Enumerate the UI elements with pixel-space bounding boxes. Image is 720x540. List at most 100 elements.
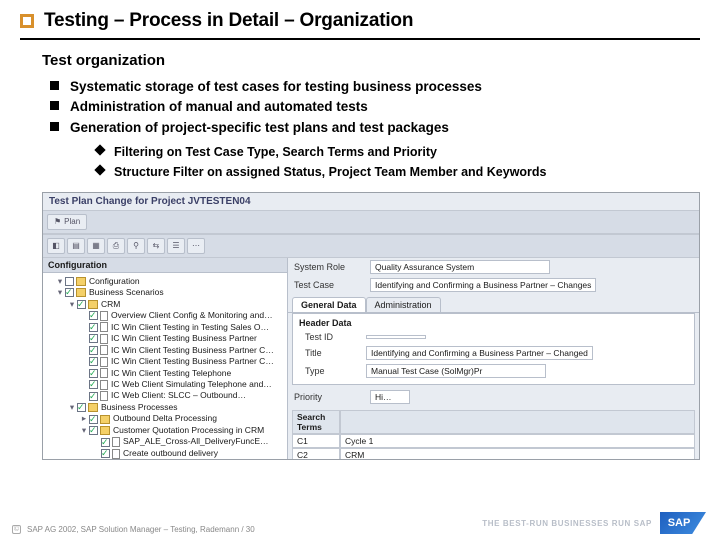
search-key-cell: C1 — [292, 434, 340, 448]
toolbar-icon[interactable]: ⎙ — [107, 238, 125, 254]
tree-checkbox[interactable] — [89, 380, 98, 389]
tree-row[interactable]: ▾Configuration — [45, 276, 285, 287]
app-toolbar-2: ◧ ▤ ▦ ⎙ ⚲ ⇆ ☰ ⋯ — [43, 234, 699, 258]
copyright-text: SAP AG 2002, SAP Solution Manager – Test… — [27, 525, 255, 534]
bullet-list: Systematic storage of test cases for tes… — [50, 77, 678, 182]
type-input[interactable]: Manual Test Case (SolMgr)Pr — [366, 364, 546, 378]
tree-row[interactable]: IC Web Client: SLCC – Outbound… — [45, 390, 285, 401]
tree-row[interactable]: Identifying and Confirming a B… — [45, 459, 285, 460]
tree-row[interactable]: ▾ Business Processes — [45, 402, 285, 413]
title-input[interactable]: Identifying and Confirming a Business Pa… — [366, 346, 593, 360]
tree-label: IC Web Client Simulating Telephone and… — [111, 379, 272, 389]
tree-panel: Configuration ▾Configuration▾Business Sc… — [43, 258, 288, 460]
test-case-row: Test Case Identifying and Confirming a B… — [288, 276, 699, 294]
search-value-cell[interactable]: CRM — [340, 448, 695, 460]
document-icon — [112, 449, 120, 459]
test-case-value[interactable]: Identifying and Confirming a Business Pa… — [370, 278, 596, 292]
tree-row[interactable]: IC Win Client Testing Business Partner C… — [45, 356, 285, 367]
bullet-text: Generation of project-specific test plan… — [70, 120, 449, 135]
system-role-value[interactable]: Quality Assurance System — [370, 260, 550, 274]
tree-row[interactable]: IC Win Client Testing Business Partner C… — [45, 345, 285, 356]
tree-checkbox[interactable] — [77, 300, 86, 309]
form-section-head: Header Data — [299, 318, 688, 328]
document-icon — [100, 334, 108, 344]
priority-row: Priority Hi… — [288, 388, 699, 406]
tree-row[interactable]: Overview Client Config & Monitoring and… — [45, 310, 285, 321]
tree-checkbox[interactable] — [89, 415, 98, 424]
folder-icon — [76, 277, 86, 286]
tree-row[interactable]: IC Win Client Testing Telephone — [45, 368, 285, 379]
tree-checkbox[interactable] — [89, 323, 98, 332]
tree-row[interactable]: Create outbound delivery — [45, 448, 285, 459]
tree-checkbox[interactable] — [89, 392, 98, 401]
priority-label: Priority — [294, 392, 364, 402]
subbullet-list: Filtering on Test Case Type, Search Term… — [96, 142, 678, 182]
tree-row[interactable]: ▾Business Scenarios — [45, 287, 285, 298]
tree-label: IC Win Client Testing Business Partner — [111, 333, 257, 343]
table-row: C1Cycle 1 — [292, 434, 695, 448]
tree-row[interactable]: ▾Customer Quotation Processing in CRM — [45, 425, 285, 436]
tree-label: IC Win Client Testing in Testing Sales O… — [111, 322, 269, 332]
toolbar-icon[interactable]: ⋯ — [187, 238, 205, 254]
tree-row[interactable]: IC Web Client Simulating Telephone and… — [45, 379, 285, 390]
search-key-cell: C2 — [292, 448, 340, 460]
toolbar-icon[interactable]: ▦ — [87, 238, 105, 254]
twisty-icon[interactable]: ▾ — [55, 287, 65, 298]
tree-checkbox[interactable] — [89, 334, 98, 343]
toolbar-icon[interactable]: ◧ — [47, 238, 65, 254]
toolbar-icon[interactable]: ⇆ — [147, 238, 165, 254]
tree-checkbox[interactable] — [89, 346, 98, 355]
tree-row[interactable]: IC Win Client Testing Business Partner — [45, 333, 285, 344]
document-icon — [100, 357, 108, 367]
tree-row[interactable]: ▾ CRM — [45, 299, 285, 310]
tree-checkbox[interactable] — [77, 403, 86, 412]
bullet-item: Systematic storage of test cases for tes… — [50, 77, 678, 97]
search-value-cell[interactable]: Cycle 1 — [340, 434, 695, 448]
tab-general-data[interactable]: General Data — [292, 297, 366, 312]
tree-label: CRM — [101, 299, 120, 309]
twisty-icon[interactable]: ▾ — [79, 425, 89, 436]
toolbar-icon[interactable]: ▤ — [67, 238, 85, 254]
tree-checkbox[interactable] — [89, 369, 98, 378]
document-icon — [100, 391, 108, 401]
tree-checkbox[interactable] — [101, 449, 110, 458]
tree-checkbox[interactable] — [65, 277, 74, 286]
folder-icon — [88, 300, 98, 309]
slide-footer: © SAP AG 2002, SAP Solution Manager – Te… — [12, 525, 255, 534]
toolbar-icon[interactable]: ☰ — [167, 238, 185, 254]
tree-label: IC Win Client Testing Telephone — [111, 368, 231, 378]
tree-label: Business Processes — [101, 402, 178, 412]
tree-checkbox[interactable] — [89, 426, 98, 435]
tree-label: SAP_ALE_Cross-All_DeliveryFuncE… — [123, 436, 269, 446]
twisty-icon[interactable]: ▾ — [67, 402, 77, 413]
plan-button[interactable]: ⚑Plan — [47, 214, 87, 230]
tree-checkbox[interactable] — [89, 357, 98, 366]
folder-icon — [76, 288, 86, 297]
twisty-icon[interactable]: ▾ — [67, 299, 77, 310]
tree-checkbox[interactable] — [65, 288, 74, 297]
type-label: Type — [305, 366, 360, 376]
slide-title-bar: Testing – Process in Detail – Organizati… — [0, 0, 720, 36]
sap-logo: SAP — [660, 512, 706, 534]
priority-input[interactable]: Hi… — [370, 390, 410, 404]
test-id-label: Test ID — [305, 332, 360, 342]
brand-block: THE BEST-RUN BUSINESSES RUN SAP SAP — [482, 512, 706, 534]
app-toolbar: ⚑Plan — [43, 210, 699, 234]
config-tree[interactable]: ▾Configuration▾Business Scenarios▾CRMOve… — [43, 273, 287, 460]
tree-row[interactable]: ▸ Outbound Delta Processing — [45, 413, 285, 424]
subbullet-item: Structure Filter on assigned Status, Pro… — [96, 162, 678, 182]
tree-row[interactable]: SAP_ALE_Cross-All_DeliveryFuncE… — [45, 436, 285, 447]
twisty-icon[interactable]: ▸ — [79, 413, 89, 424]
tree-row[interactable]: IC Win Client Testing in Testing Sales O… — [45, 322, 285, 333]
document-icon — [100, 311, 108, 321]
document-icon — [100, 322, 108, 332]
tree-checkbox[interactable] — [101, 438, 110, 447]
tree-checkbox[interactable] — [89, 311, 98, 320]
tree-label: Outbound Delta Processing — [113, 413, 217, 423]
test-id-input[interactable] — [366, 335, 426, 339]
tab-administration[interactable]: Administration — [366, 297, 441, 312]
app-window-title: Test Plan Change for Project JVTESTEN04 — [43, 193, 699, 210]
title-ornament — [20, 14, 34, 28]
twisty-icon[interactable]: ▾ — [55, 276, 65, 287]
toolbar-icon[interactable]: ⚲ — [127, 238, 145, 254]
